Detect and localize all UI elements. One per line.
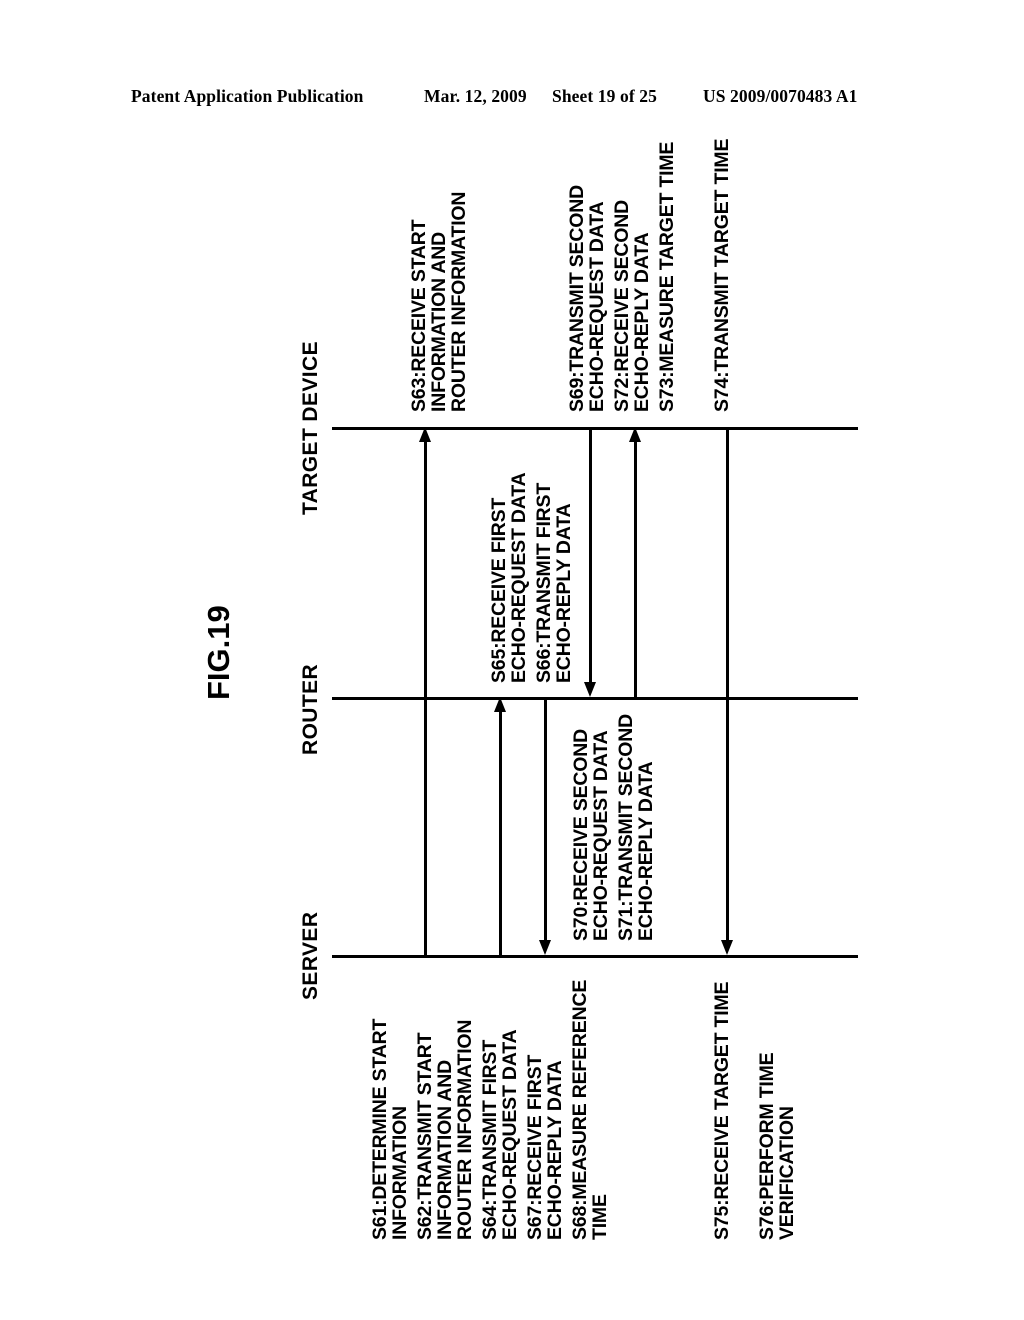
step-label-s69: S69:TRANSMIT SECOND ECHO-REQUEST DATA xyxy=(566,185,608,412)
step-label-s63: S63:RECEIVE START INFORMATION AND ROUTER I… xyxy=(408,191,470,412)
step-label-s62: S62:TRANSMIT START INFORMATION AND ROUTER … xyxy=(414,1019,476,1240)
lifeline-server xyxy=(332,955,858,958)
message-s66-arrowhead xyxy=(584,682,596,697)
lifeline-target-device xyxy=(332,427,858,430)
step-label-s75: S75:RECEIVE TARGET TIME xyxy=(711,981,733,1240)
step-label-s72: S72:RECEIVE SECOND ECHO-REPLY DATA xyxy=(611,199,653,412)
step-label-s64: S64:TRANSMIT FIRST ECHO-REQUEST DATA xyxy=(479,1029,521,1240)
step-label-s73: S73:MEASURE TARGET TIME xyxy=(656,141,678,412)
step-label-s66: S66:TRANSMIT FIRST ECHO-REPLY DATA xyxy=(533,482,575,683)
message-s69-line xyxy=(634,434,637,697)
figure-label: FIG.19 xyxy=(201,605,236,700)
lane-label-router: ROUTER xyxy=(299,663,322,755)
message-s74-arrowhead xyxy=(721,940,733,955)
sequence-diagram: FIG.19 TARGET DEVICE ROUTER SERVER S63:R… xyxy=(0,0,1024,1320)
step-label-s61: S61:DETERMINE START INFORMATION xyxy=(369,1018,411,1240)
message-s62-line xyxy=(424,434,427,955)
step-label-s67: S67:RECEIVE FIRST ECHO-REPLY DATA xyxy=(524,1054,566,1240)
message-s62-arrowhead xyxy=(419,427,431,442)
message-s71-line xyxy=(544,697,547,940)
step-label-s65: S65:RECEIVE FIRST ECHO-REQUEST DATA xyxy=(488,472,530,683)
step-label-s71: S71:TRANSMIT SECOND ECHO-REPLY DATA xyxy=(615,714,657,941)
message-s69-arrowhead xyxy=(629,427,641,442)
message-s64-arrowhead xyxy=(494,697,506,712)
step-label-s76: S76:PERFORM TIME VERIFICATION xyxy=(756,1052,798,1241)
step-label-s70: S70:RECEIVE SECOND ECHO-REQUEST DATA xyxy=(570,728,612,941)
message-s71-arrowhead xyxy=(539,940,551,955)
message-s74-line xyxy=(726,427,729,940)
step-label-s74: S74:TRANSMIT TARGET TIME xyxy=(711,138,733,412)
lane-label-target-device: TARGET DEVICE xyxy=(299,341,322,515)
message-s64-line xyxy=(499,704,502,955)
lane-label-server: SERVER xyxy=(299,911,322,1000)
step-label-s68: S68:MEASURE REFERENCE TIME xyxy=(569,979,611,1240)
message-s66-line xyxy=(589,427,592,682)
lifeline-router xyxy=(332,697,858,700)
